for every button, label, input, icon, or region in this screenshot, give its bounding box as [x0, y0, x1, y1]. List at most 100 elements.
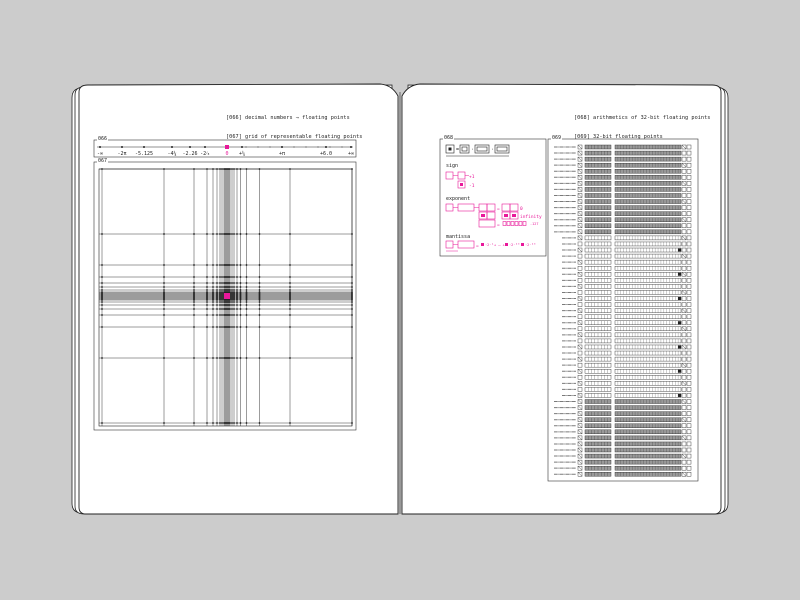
mantissa-term: ·2⁻²³	[525, 243, 536, 247]
grid-point	[231, 264, 233, 266]
grid-point	[219, 308, 221, 310]
grid-point	[221, 289, 223, 291]
grid-point	[233, 282, 235, 284]
grid-point	[351, 233, 353, 235]
grid-point	[239, 168, 242, 170]
bit-mantissa-block	[614, 278, 682, 283]
grid-point	[101, 304, 103, 306]
bit-mantissa-mark	[678, 345, 681, 349]
grid-point	[233, 301, 235, 303]
grid-point	[216, 282, 218, 284]
grid-point	[221, 314, 223, 316]
grid-point	[223, 264, 225, 266]
grid-point	[245, 276, 248, 278]
grid-point	[245, 326, 248, 328]
bit-mantissa-block	[614, 150, 682, 156]
grid-point	[231, 314, 233, 316]
grid-point	[258, 422, 261, 424]
number-line-label: -2π	[117, 151, 126, 157]
grid-point	[351, 357, 353, 359]
grid-point	[231, 282, 233, 284]
bit-mantissa-block	[614, 217, 682, 222]
grid-point	[229, 299, 231, 301]
bit-mantissa-block	[614, 296, 682, 301]
grid-point	[289, 326, 291, 328]
right-header: [068] arithmetics of 32-bit floating poi…	[574, 102, 710, 147]
grid-point	[351, 304, 353, 306]
grid-point	[229, 264, 231, 266]
grid-point	[219, 168, 221, 170]
figure-tag-068: 068	[443, 135, 455, 141]
grid-point	[219, 357, 221, 359]
bit-mantissa-block	[614, 259, 682, 265]
bit-mantissa-block	[614, 193, 682, 198]
bit-mantissa-block	[614, 417, 682, 422]
grid-point	[206, 301, 208, 303]
grid-point	[101, 276, 103, 278]
bit-mantissa-block	[614, 453, 682, 459]
bit-mantissa-mark	[678, 272, 681, 276]
grid-point	[258, 301, 261, 303]
grid-point	[206, 264, 208, 266]
grid-point	[163, 301, 165, 303]
number-line-label: -4¼	[167, 151, 176, 157]
formula-sign: ·	[471, 147, 474, 153]
grid-point	[193, 168, 195, 170]
grid-point	[206, 168, 208, 170]
bit-mantissa-block	[614, 435, 682, 441]
bit-mantissa-block	[614, 447, 682, 453]
grid-point	[233, 289, 235, 291]
grid-point	[239, 308, 242, 310]
grid-point	[163, 314, 165, 316]
grid-point	[231, 357, 233, 359]
grid-point	[351, 289, 353, 291]
grid-point	[216, 286, 218, 288]
grid-point	[233, 422, 235, 424]
grid-point	[351, 308, 353, 310]
exponent-bias-label: -127	[530, 222, 538, 226]
grid-point	[193, 276, 195, 278]
bit-mantissa-block	[614, 308, 682, 313]
grid-point	[233, 314, 235, 316]
grid-point	[219, 299, 221, 301]
grid-point	[239, 422, 242, 424]
bit-mantissa-block	[614, 338, 682, 344]
grid-point	[216, 264, 218, 266]
grid-point	[163, 233, 165, 235]
mantissa-eq: =	[476, 244, 479, 249]
grid-point	[223, 291, 225, 293]
bit-mantissa-block	[614, 156, 682, 162]
grid-point	[163, 282, 165, 284]
grid-point	[223, 289, 225, 291]
grid-point	[219, 291, 221, 293]
bit-mantissa-mark	[678, 248, 681, 252]
bit-mantissa-block	[614, 399, 682, 404]
bit-mantissa-block	[614, 284, 682, 289]
grid-point	[212, 286, 214, 288]
grid-point	[229, 291, 231, 293]
grid-point	[223, 422, 225, 424]
grid-point	[231, 326, 233, 328]
mantissa-term: ·2⁻¹	[485, 243, 494, 247]
grid-point	[101, 282, 103, 284]
grid-point	[351, 299, 353, 301]
grid-point	[231, 299, 233, 301]
bit-mantissa-block	[614, 429, 682, 435]
figure-tag-067: 067	[97, 158, 109, 164]
grid-point	[231, 276, 233, 278]
grid-point	[229, 289, 231, 291]
grid-point	[229, 326, 231, 328]
grid-point	[236, 168, 238, 170]
mantissa-term: ·2⁻²³	[509, 243, 520, 247]
number-line-tick	[171, 146, 173, 148]
book-spread: -∞ -2π -5.125 -4¼ -2.26 -2⁄₃ 0 +¼ +π +6.0 +∞ = · · si…	[71, 83, 729, 515]
grid-point	[258, 264, 261, 266]
bit-mantissa-block	[614, 320, 682, 325]
grid-point	[219, 264, 221, 266]
left-header-line: [067] grid of representable floating poi…	[226, 134, 363, 141]
grid-point	[219, 282, 221, 284]
number-line-label: -∞	[97, 151, 103, 157]
bit-mantissa-block	[614, 223, 682, 228]
grid-point	[101, 168, 103, 170]
grid-point	[221, 326, 223, 328]
